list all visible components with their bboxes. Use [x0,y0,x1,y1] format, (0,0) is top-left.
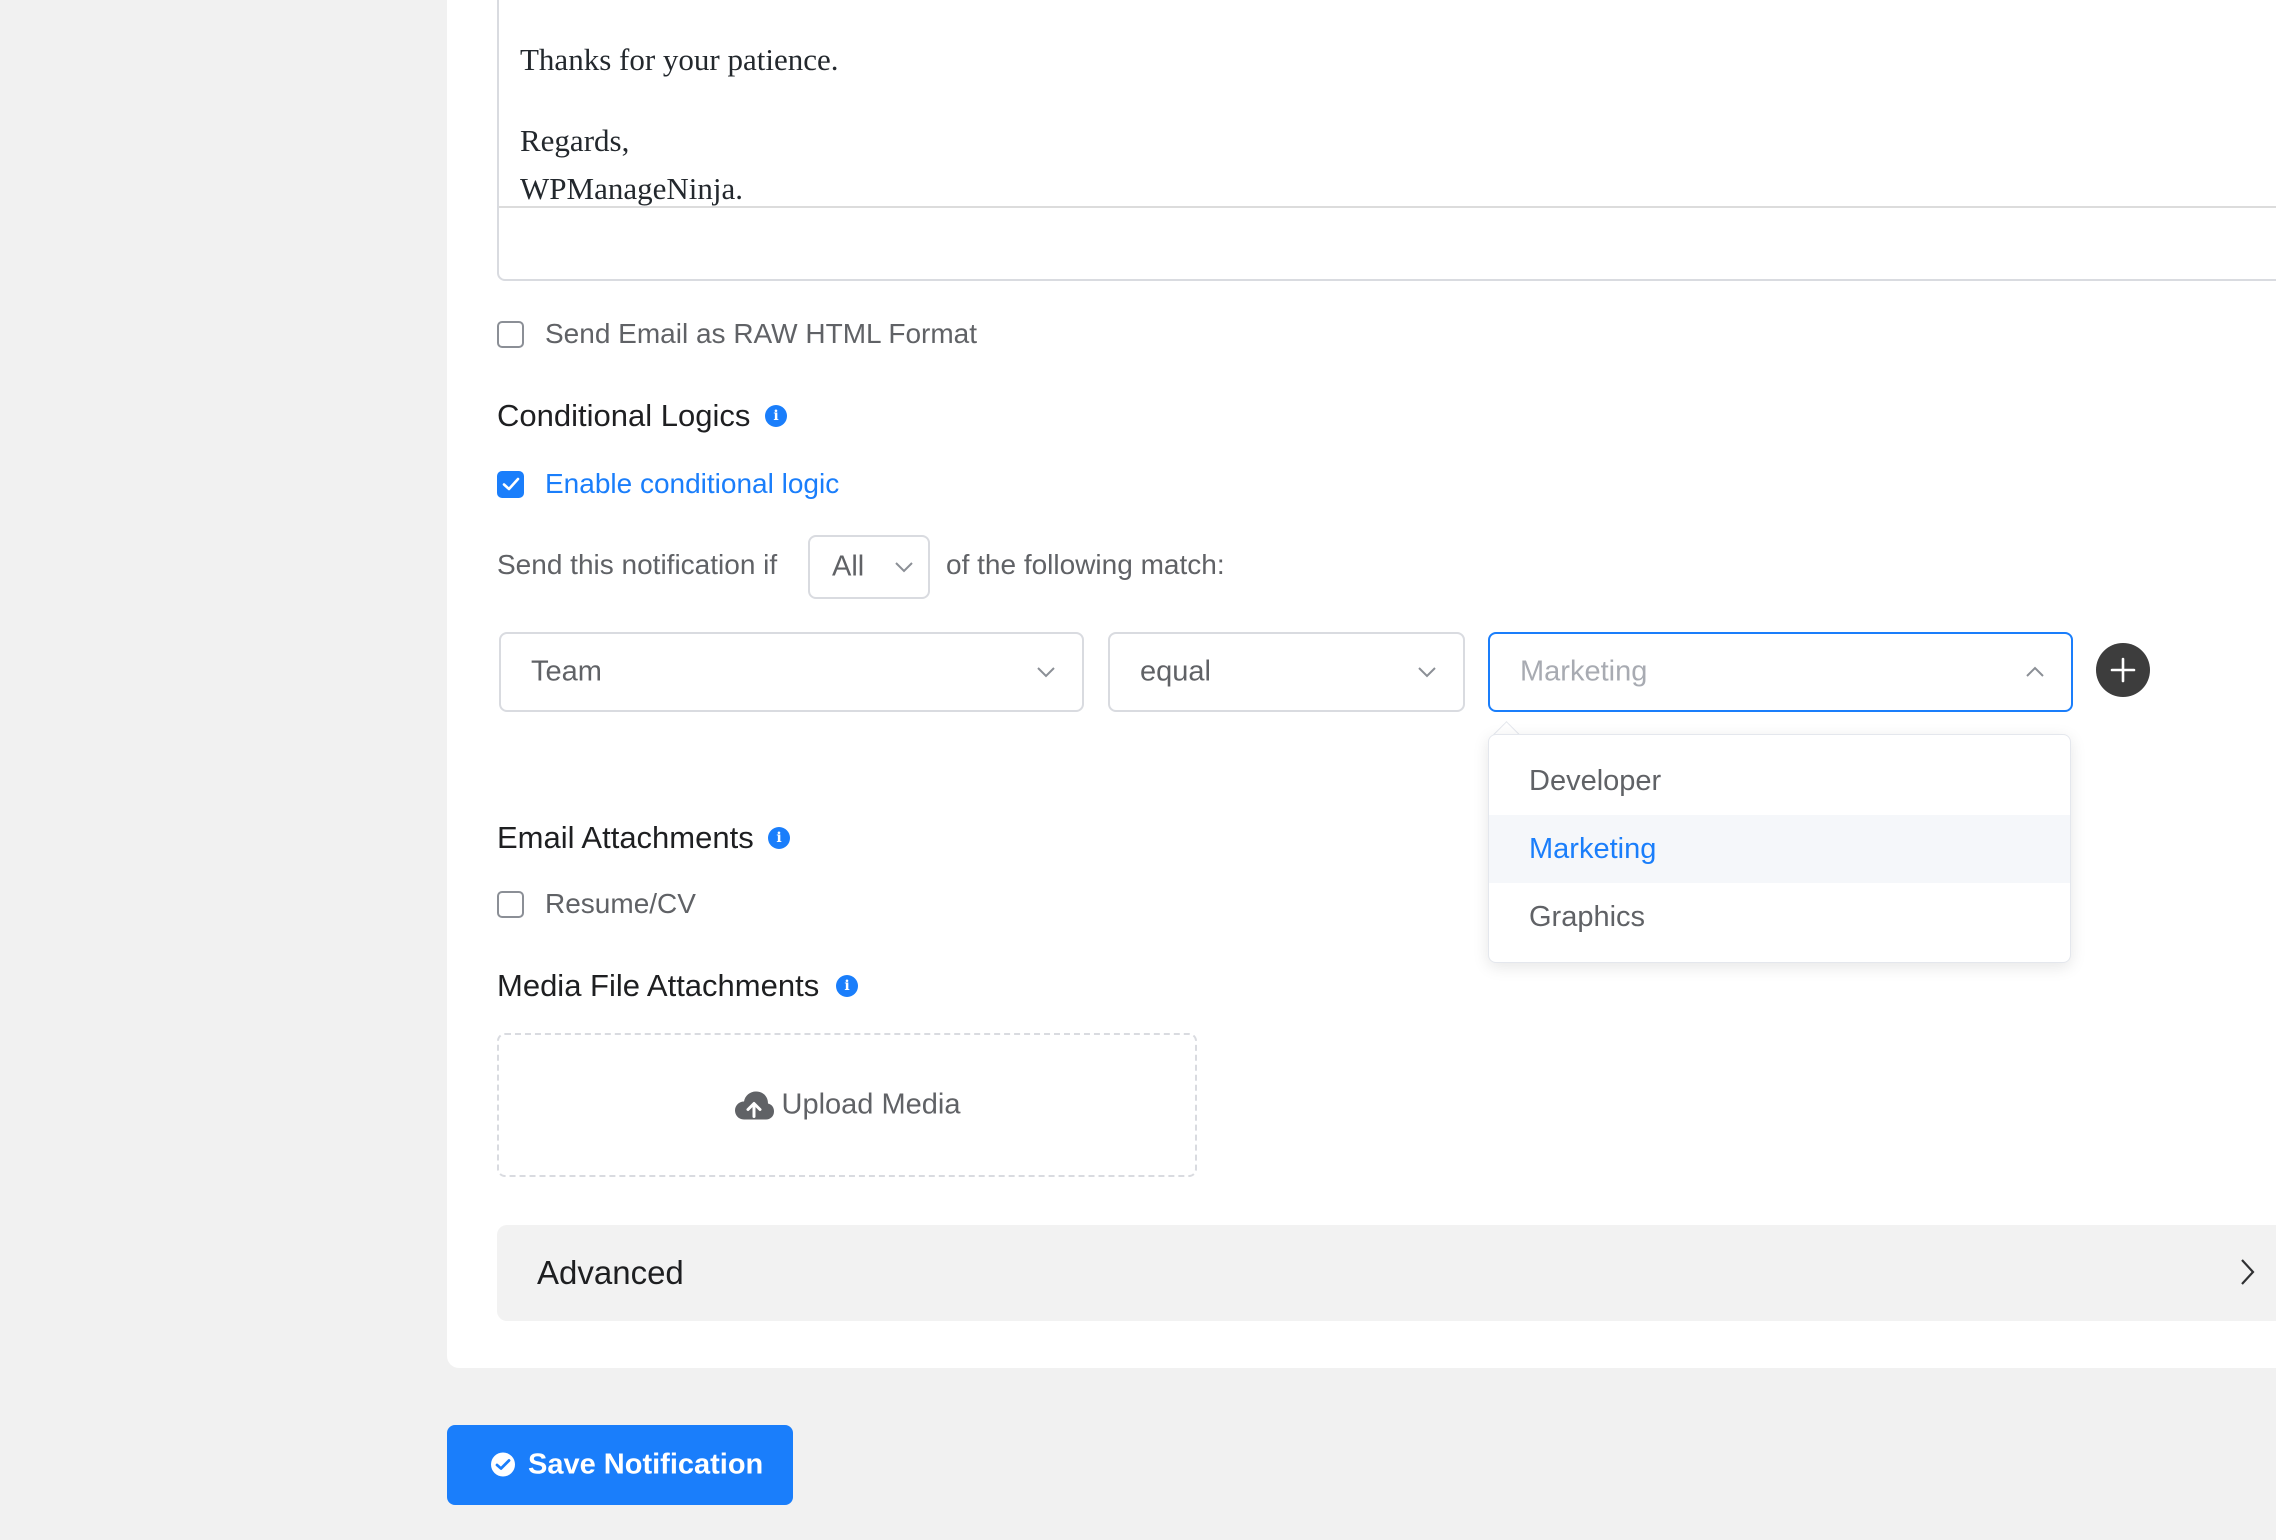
enable-conditional-logic-label[interactable]: Enable conditional logic [545,468,839,500]
plus-icon [2110,657,2136,683]
match-type-select[interactable]: All [808,535,930,599]
editor-text-line: Thanks for your patience. [520,42,839,77]
resume-cv-checkbox[interactable] [497,891,524,918]
media-attachments-title: Media File Attachments [497,968,820,1003]
check-circle-icon [491,1452,515,1477]
email-body-editor[interactable]: Thanks for your patience. Regards, WPMan… [497,0,2276,281]
condition-operator-select[interactable]: equal [1108,632,1465,712]
cloud-upload-icon [734,1091,774,1120]
enable-conditional-logic-checkbox[interactable] [497,471,524,498]
save-notification-button[interactable]: Save Notification [447,1425,793,1505]
save-notification-label: Save Notification [528,1448,764,1481]
chevron-down-icon [1037,667,1055,678]
advanced-label: Advanced [537,1254,684,1291]
dropdown-option-graphics[interactable]: Graphics [1489,883,2070,951]
chevron-down-icon [895,562,913,573]
info-icon[interactable]: i [765,405,787,427]
resume-cv-label[interactable]: Resume/CV [545,888,696,920]
raw-html-checkbox[interactable] [497,321,524,348]
upload-media-dropzone[interactable]: Upload Media [497,1033,1197,1177]
chevron-right-icon [2241,1259,2255,1285]
check-icon [502,477,520,491]
editor-text-line: WPManageNinja. [520,171,743,206]
editor-text-line: Regards, [520,123,630,158]
editor-statusbar-divider [499,206,2276,208]
condition-value-select[interactable]: Marketing [1488,632,2073,712]
raw-html-checkbox-label[interactable]: Send Email as RAW HTML Format [545,318,977,350]
dropdown-option-developer[interactable]: Developer [1489,747,2070,815]
match-type-value: All [832,550,865,583]
advanced-section-toggle[interactable]: Advanced [497,1225,2276,1321]
chevron-up-icon [2026,666,2044,677]
condition-value-placeholder: Marketing [1520,655,1648,688]
condition-field-select[interactable]: Team [499,632,1084,712]
add-condition-button[interactable] [2096,643,2150,697]
chevron-down-icon [1418,667,1436,678]
dropdown-option-marketing[interactable]: Marketing [1489,815,2070,883]
condition-operator-value: equal [1140,655,1211,688]
upload-media-label: Upload Media [781,1088,961,1121]
condition-value-dropdown: Developer Marketing Graphics [1488,734,2071,963]
rule-suffix-text: of the following match: [946,549,1225,580]
conditional-logics-title: Conditional Logics [497,398,751,433]
rule-prefix-text: Send this notification if [497,549,778,580]
email-attachments-title: Email Attachments [497,820,754,855]
info-icon[interactable]: i [768,827,790,849]
condition-field-value: Team [531,655,602,688]
upload-media-button[interactable]: Upload Media [499,1089,1195,1122]
info-icon[interactable]: i [836,975,858,997]
